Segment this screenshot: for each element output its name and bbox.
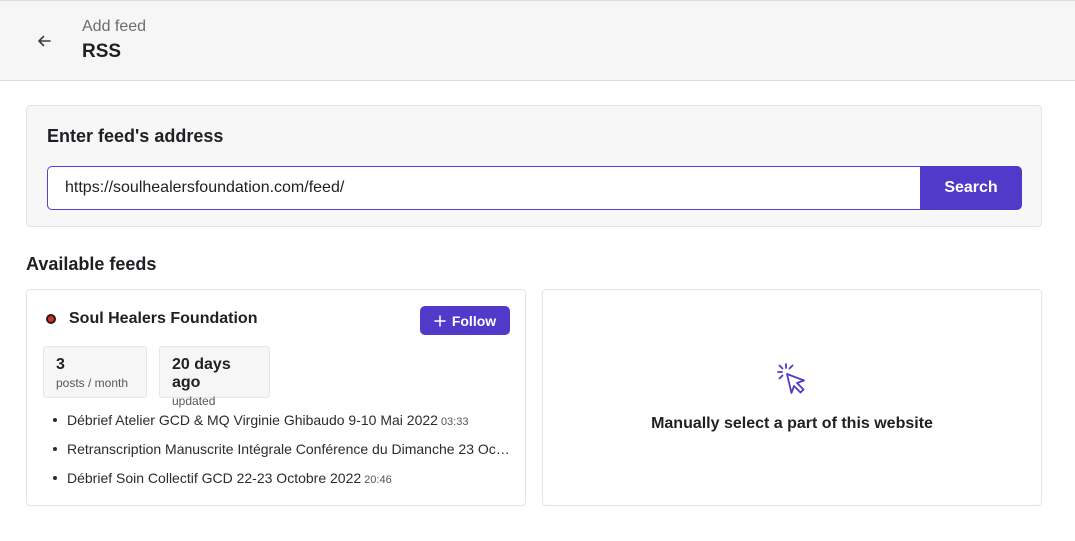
item-time: 03:33 xyxy=(440,416,469,428)
list-item: Débrief Soin Collectif GCD 22-23 Octobre… xyxy=(51,468,513,497)
plus-icon xyxy=(434,314,446,327)
page-subtitle: Add feed xyxy=(82,18,147,35)
feed-card: Soul Healers Foundation Follow 3 posts /… xyxy=(26,289,526,506)
item-title: Débrief Soin Collectif GCD 22-23 Octobre… xyxy=(67,470,362,486)
item-time: 20:46 xyxy=(364,474,392,486)
feed-address-panel: Enter feed's address Search xyxy=(26,105,1042,227)
feed-name: Soul Healers Foundation xyxy=(69,310,258,327)
manual-select-card[interactable]: Manually select a part of this website xyxy=(542,289,1042,506)
list-item: Débrief Atelier GCD & MQ Virginie Ghibau… xyxy=(51,410,513,439)
site-favicon-icon xyxy=(46,314,56,324)
feed-items-list: Débrief Atelier GCD & MQ Virginie Ghibau… xyxy=(51,410,513,497)
item-title: Débrief Atelier GCD & MQ Virginie Ghibau… xyxy=(67,412,438,428)
stat-value: 20 days ago xyxy=(172,356,231,391)
arrow-left-icon xyxy=(38,35,51,47)
back-button[interactable] xyxy=(30,29,58,53)
page-title: RSS xyxy=(82,41,122,62)
feed-address-label: Enter feed's address xyxy=(47,126,224,146)
follow-button[interactable]: Follow xyxy=(420,306,510,335)
cursor-click-icon xyxy=(777,363,805,394)
feed-url-input[interactable] xyxy=(47,166,921,210)
stat-label: posts / month xyxy=(56,376,129,390)
item-title: Retranscription Manuscrite Intégrale Con… xyxy=(67,441,510,457)
follow-label: Follow xyxy=(451,312,497,329)
available-feeds-heading: Available feeds xyxy=(26,254,157,274)
manual-select-label: Manually select a part of this website xyxy=(651,415,933,432)
stat-updated: 20 days ago updated xyxy=(159,346,270,408)
stat-label: updated xyxy=(172,394,216,408)
search-button[interactable]: Search xyxy=(920,166,1022,210)
stat-value: 3 xyxy=(56,356,65,373)
list-item: Retranscription Manuscrite Intégrale Con… xyxy=(51,439,513,468)
stat-posts-per-month: 3 posts / month xyxy=(43,346,147,398)
page-header: Add feed RSS xyxy=(0,0,1075,81)
